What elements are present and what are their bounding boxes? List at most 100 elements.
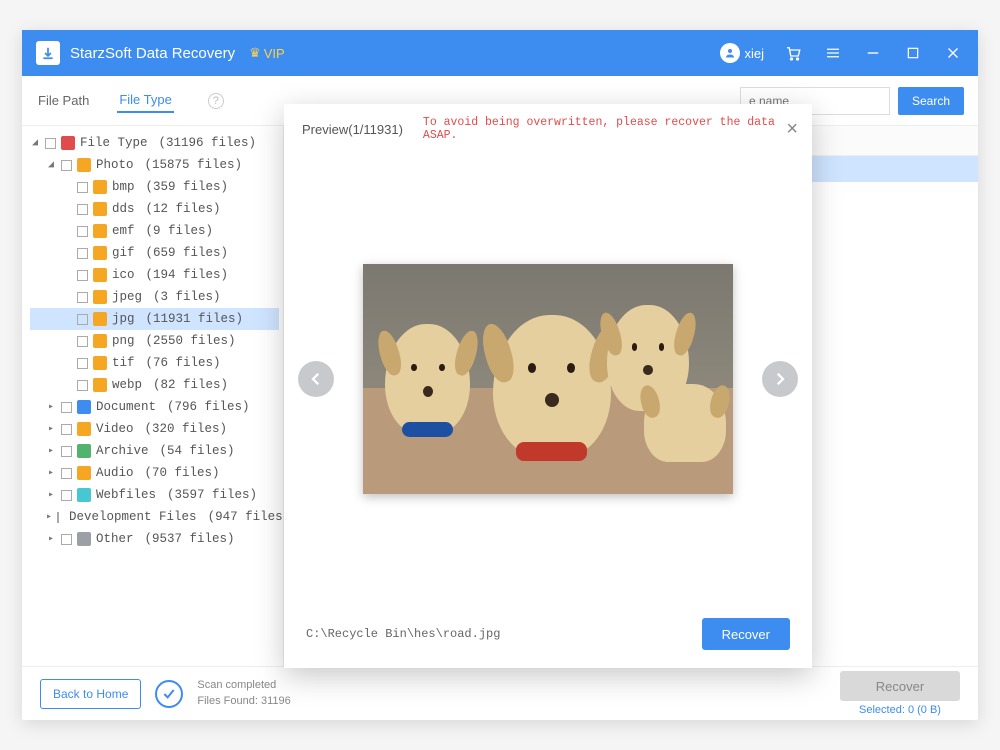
tree-count: (947 files)	[208, 510, 284, 524]
cart-icon[interactable]	[782, 42, 804, 64]
folder-icon	[61, 136, 75, 150]
tree-root[interactable]: ◢File Type(31196 files)	[30, 132, 279, 154]
tree-label: Video	[96, 422, 134, 436]
checkbox[interactable]	[77, 270, 88, 281]
caret-icon: ▸	[46, 423, 56, 435]
checkbox[interactable]	[77, 358, 88, 369]
title-bar: StarzSoft Data Recovery ♛ VIP xiej	[22, 30, 978, 76]
caret-icon: ▸	[46, 467, 56, 479]
folder-icon	[93, 334, 107, 348]
tree-item-bmp[interactable]: bmp(359 files)	[30, 176, 279, 198]
tree-label: Audio	[96, 466, 134, 480]
app-title: StarzSoft Data Recovery	[70, 45, 235, 62]
checkbox[interactable]	[61, 446, 72, 457]
folder-icon	[93, 268, 107, 282]
close-icon[interactable]	[942, 42, 964, 64]
checkbox[interactable]	[61, 468, 72, 479]
tree-item-audio[interactable]: ▸ Audio (70 files)	[30, 462, 279, 484]
tree-item-png[interactable]: png (2550 files)	[30, 330, 279, 352]
tree-count: (2550 files)	[146, 334, 236, 348]
tree-item-webfiles[interactable]: ▸Webfiles(3597 files)	[30, 484, 279, 506]
tab-file-type[interactable]: File Type	[117, 88, 174, 113]
tree-count: (659 files)	[146, 246, 229, 260]
help-icon[interactable]: ?	[208, 93, 224, 109]
tree-photo[interactable]: ◢Photo(15875 files)	[30, 154, 279, 176]
checkbox[interactable]	[45, 138, 56, 149]
tree-label: tif	[112, 356, 135, 370]
user-name: xiej	[744, 46, 764, 61]
search-button[interactable]: Search	[898, 87, 964, 115]
tree-count: (12 files)	[146, 202, 221, 216]
folder-icon	[93, 312, 107, 326]
tree-item-jpeg[interactable]: jpeg(3 files)	[30, 286, 279, 308]
tab-file-path[interactable]: File Path	[36, 89, 91, 112]
caret-icon: ▸	[46, 511, 52, 523]
tree-item-dds[interactable]: dds(12 files)	[30, 198, 279, 220]
tree-item-ico[interactable]: ico(194 files)	[30, 264, 279, 286]
minimize-icon[interactable]	[862, 42, 884, 64]
tree-label: File Type	[80, 136, 148, 150]
preview-warning: To avoid being overwritten, please recov…	[423, 116, 786, 142]
tree-label: png	[112, 334, 135, 348]
preview-recover-button[interactable]: Recover	[702, 618, 790, 650]
checkbox[interactable]	[77, 248, 88, 259]
app-window: StarzSoft Data Recovery ♛ VIP xiej	[22, 30, 978, 720]
tree-label: jpeg	[112, 290, 142, 304]
tree-count: (11931 files)	[146, 312, 244, 326]
back-to-home-button[interactable]: Back to Home	[40, 679, 141, 709]
preview-file-path: C:\Recycle Bin\hes\road.jpg	[306, 627, 500, 641]
folder-icon	[77, 158, 91, 172]
tree-label: Webfiles	[96, 488, 156, 502]
tree-label: bmp	[112, 180, 135, 194]
folder-icon	[77, 532, 91, 546]
checkbox[interactable]	[61, 160, 72, 171]
preview-next-button[interactable]	[762, 361, 798, 397]
preview-close-icon[interactable]: ×	[786, 119, 798, 139]
tree-item-emf[interactable]: emf(9 files)	[30, 220, 279, 242]
tree-item-other[interactable]: ▸Other(9537 files)	[30, 528, 279, 550]
maximize-icon[interactable]	[902, 42, 924, 64]
tree-count: (70 files)	[145, 466, 220, 480]
tree-count: (15875 files)	[145, 158, 243, 172]
crown-icon: ♛	[249, 45, 261, 61]
caret-icon: ▸	[46, 489, 56, 501]
tree-count: (76 files)	[146, 356, 221, 370]
caret-icon: ▸	[46, 533, 56, 545]
tree-item-archive[interactable]: ▸Archive(54 files)	[30, 440, 279, 462]
checkbox[interactable]	[77, 226, 88, 237]
user-icon	[720, 43, 740, 63]
checkbox[interactable]	[61, 490, 72, 501]
tree-item-jpg[interactable]: jpg(11931 files)	[30, 308, 279, 330]
tree-label: Photo	[96, 158, 134, 172]
checkbox[interactable]	[57, 512, 59, 523]
tree-label: Development Files	[69, 510, 197, 524]
preview-prev-button[interactable]	[298, 361, 334, 397]
tree-item-video[interactable]: ▸Video(320 files)	[30, 418, 279, 440]
vip-badge[interactable]: ♛ VIP	[249, 45, 285, 61]
checkbox[interactable]	[61, 534, 72, 545]
checkbox[interactable]	[77, 292, 88, 303]
recover-button[interactable]: Recover	[840, 671, 960, 701]
checkbox[interactable]	[77, 182, 88, 193]
checkbox[interactable]	[61, 424, 72, 435]
folder-icon	[77, 466, 91, 480]
tree-count: (9 files)	[146, 224, 214, 238]
tree-item-webp[interactable]: webp(82 files)	[30, 374, 279, 396]
folder-icon	[77, 400, 91, 414]
tree-item-tif[interactable]: tif (76 files)	[30, 352, 279, 374]
tree-label: Document	[96, 400, 156, 414]
tree-item-dev[interactable]: ▸Development Files(947 files)	[30, 506, 279, 528]
tree-item-gif[interactable]: gif(659 files)	[30, 242, 279, 264]
tree-item-document[interactable]: ▸Document(796 files)	[30, 396, 279, 418]
folder-icon	[93, 224, 107, 238]
tree-count: (82 files)	[153, 378, 228, 392]
checkbox[interactable]	[77, 336, 88, 347]
folder-icon	[93, 378, 107, 392]
menu-icon[interactable]	[822, 42, 844, 64]
checkbox[interactable]	[61, 402, 72, 413]
caret-icon: ▸	[46, 401, 56, 413]
checkbox[interactable]	[77, 204, 88, 215]
checkbox[interactable]	[77, 314, 88, 325]
user-account[interactable]: xiej	[720, 43, 764, 63]
checkbox[interactable]	[77, 380, 88, 391]
